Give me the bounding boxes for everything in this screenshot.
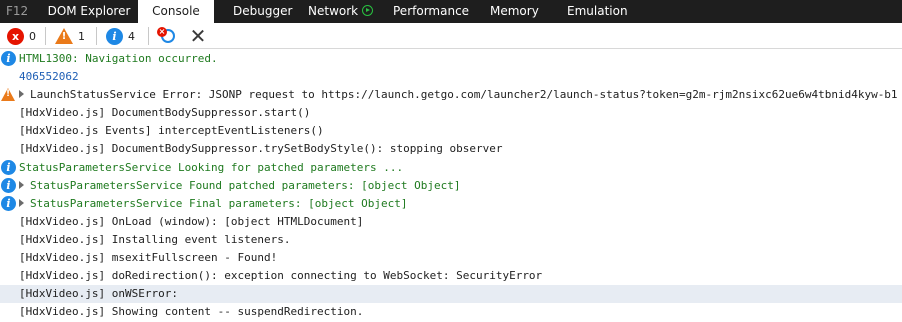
console-message: [HdxVideo.js] Installing event listeners… [19,232,291,246]
info-icon: i [1,195,16,211]
console-row[interactable]: [HdxVideo.js] Showing content -- suspend… [0,303,902,321]
info-icon: i [106,27,123,45]
tab-dom-explorer[interactable]: DOM Explorer [40,0,138,23]
tab-network[interactable]: Network [308,0,374,23]
console-message: [HdxVideo.js] onWSError: [19,287,178,301]
console-message: [HdxVideo.js] Showing content -- suspend… [19,305,364,319]
console-message: [HdxVideo.js Events] interceptEventListe… [19,124,324,138]
console-row[interactable]: [HdxVideo.js Events] interceptEventListe… [0,122,902,140]
console-message: [HdxVideo.js] msexitFullscreen - Found! [19,251,278,265]
console-message: StatusParametersService Final parameters… [30,196,408,210]
info-icon: i [1,177,16,193]
expand-arrow-icon[interactable] [19,198,24,207]
console-message: 406552062 [19,70,79,84]
console-message: [HdxVideo.js] DocumentBodySuppressor.try… [19,142,503,156]
warning-icon: ! [55,28,73,44]
console-row[interactable]: [HdxVideo.js] DocumentBodySuppressor.sta… [0,104,902,122]
expand-arrow-icon[interactable] [19,90,24,99]
console-row[interactable]: [HdxVideo.js] msexitFullscreen - Found! [0,249,902,267]
clear-on-navigate-button[interactable]: × [155,26,181,46]
devtools-tab-bar: F12 DOM Explorer Console Debugger Networ… [0,0,902,23]
tab-emulation[interactable]: Emulation [567,0,628,23]
console-row[interactable]: ! LaunchStatusService Error: JSONP reque… [0,86,902,104]
console-row-selected[interactable]: [HdxVideo.js] onWSError: [0,285,902,304]
tab-network-label: Network [308,4,359,18]
info-icon: i [1,159,16,175]
info-icon: i [1,51,16,66]
toolbar-divider [45,27,46,45]
f12-label: F12 [6,4,29,18]
console-toolbar: x 0 ! 1 i 4 × ✕ [0,23,902,49]
console-row[interactable]: [HdxVideo.js] doRedirection(): exception… [0,267,902,285]
errors-count: 0 [29,29,36,43]
clear-console-button[interactable]: ✕ [188,25,208,47]
console-message: [HdxVideo.js] doRedirection(): exception… [19,269,543,283]
expand-arrow-icon[interactable] [19,180,24,189]
messages-count: 4 [128,29,135,43]
tab-debugger[interactable]: Debugger [233,0,292,23]
warnings-count: 1 [78,29,85,43]
console-row[interactable]: 406552062 [0,68,902,86]
console-message: StatusParametersService Looking for patc… [19,160,404,174]
error-icon: x [7,27,24,45]
console-row[interactable]: i StatusParametersService Looking for pa… [0,159,902,177]
tab-console[interactable]: Console [138,0,214,23]
clear-icon: ✕ [189,24,207,48]
messages-filter-button[interactable]: i 4 [106,26,135,46]
console-row[interactable]: [HdxVideo.js] OnLoad (window): [object H… [0,213,902,231]
console-row[interactable]: i StatusParametersService Found patched … [0,177,902,195]
tab-memory[interactable]: Memory [490,0,539,23]
console-message: StatusParametersService Found patched pa… [30,178,461,192]
console-message: [HdxVideo.js] OnLoad (window): [object H… [19,214,364,228]
console-output: i HTML1300: Navigation occurred. 4065520… [0,50,902,321]
console-message: [HdxVideo.js] DocumentBodySuppressor.sta… [19,106,311,120]
console-message: LaunchStatusService Error: JSONP request… [30,88,902,102]
warnings-filter-button[interactable]: ! 1 [55,26,85,46]
warning-icon: ! [1,88,15,102]
toolbar-divider [96,27,97,45]
console-row[interactable]: i StatusParametersService Final paramete… [0,195,902,213]
errors-filter-button[interactable]: x 0 [7,26,36,46]
console-row[interactable]: i HTML1300: Navigation occurred. [0,50,902,68]
console-message: HTML1300: Navigation occurred. [19,52,218,65]
console-row[interactable]: [HdxVideo.js] DocumentBodySuppressor.try… [0,140,902,158]
network-recording-icon [362,5,374,16]
tab-performance[interactable]: Performance [393,0,469,23]
toolbar-divider [148,27,149,45]
console-row[interactable]: [HdxVideo.js] Installing event listeners… [0,231,902,249]
